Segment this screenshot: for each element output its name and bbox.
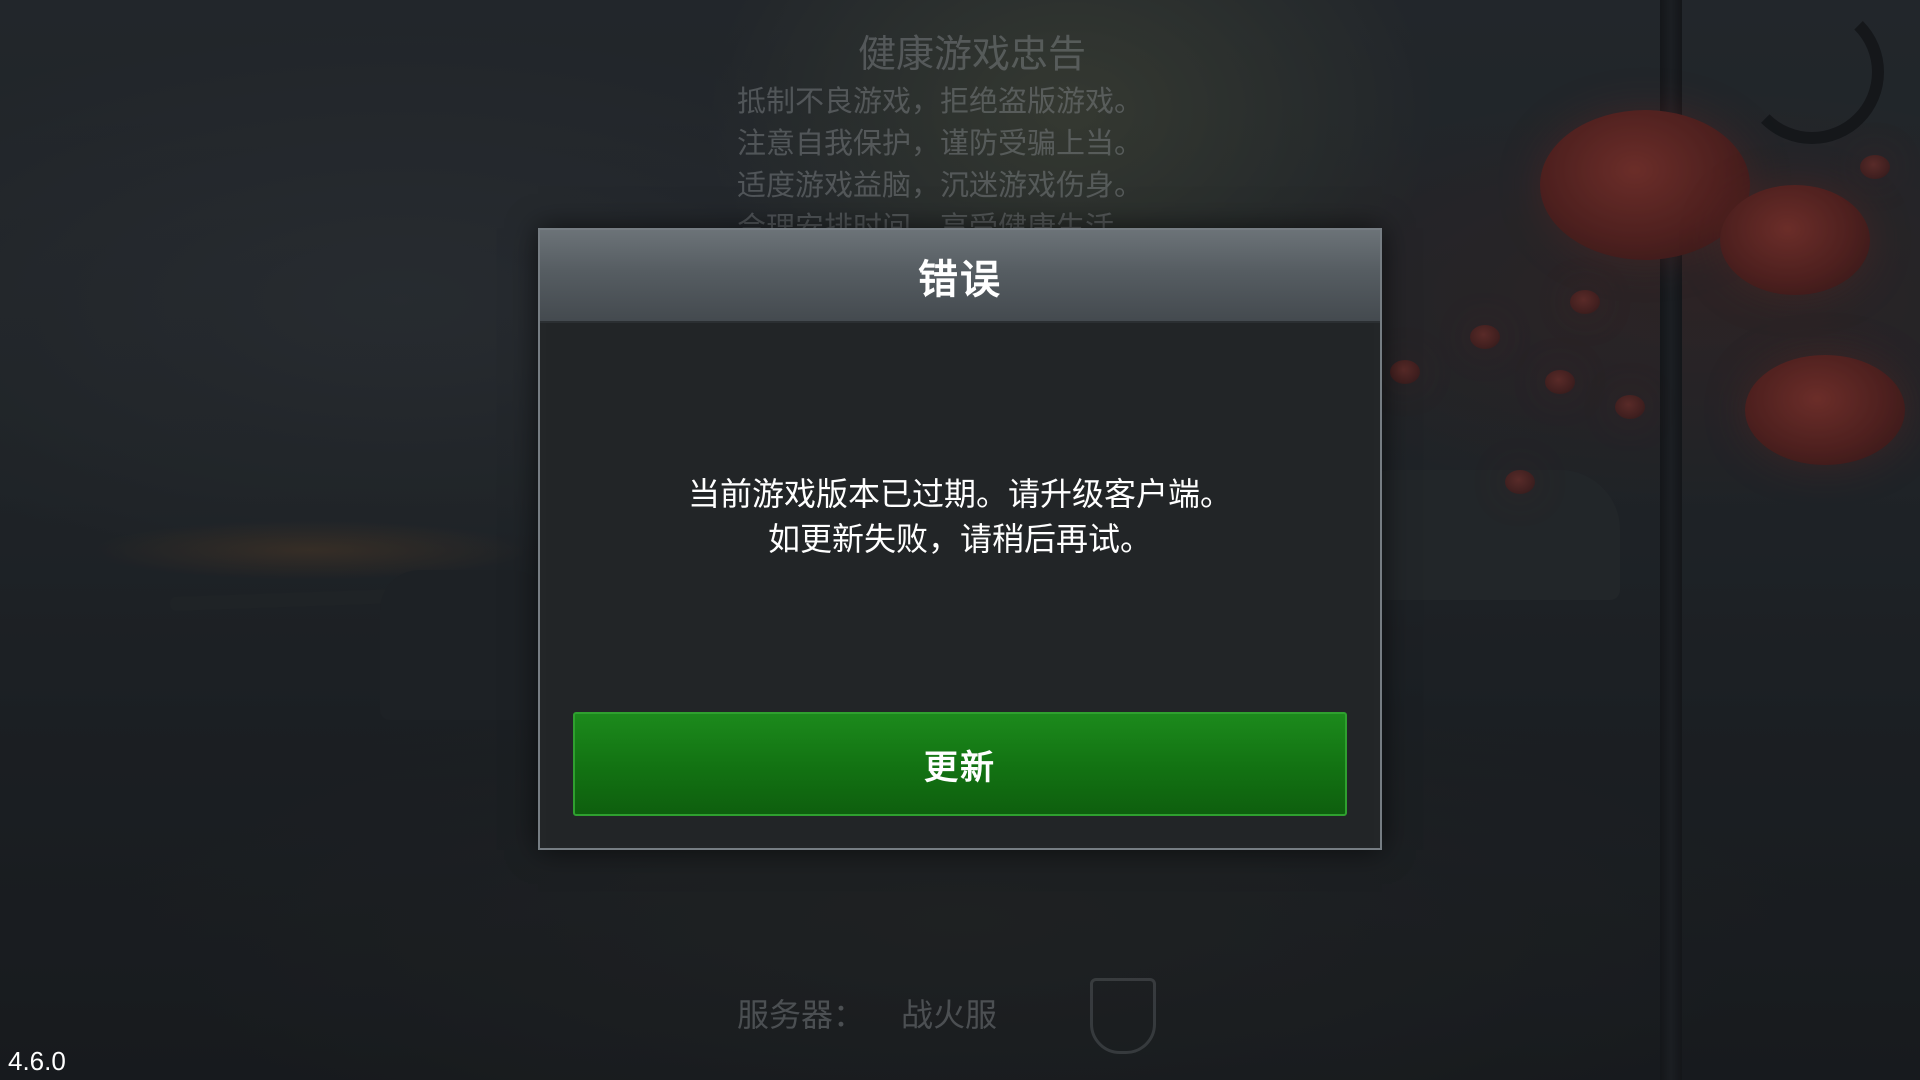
health-notice-line: 抵制不良游戏，拒绝盗版游戏。 — [737, 84, 1144, 118]
server-selector: 服务器： 战火服 — [737, 990, 997, 1036]
dialog-message-line: 当前游戏版本已过期。请升级客户端。 — [687, 475, 1232, 513]
version-number: 4.6.0 — [8, 1046, 66, 1076]
update-button-label: 更新 — [924, 747, 996, 788]
health-notice-title: 健康游戏忠告 — [857, 32, 1086, 76]
health-notice-line: 适度游戏益脑，沉迷游戏伤身。 — [737, 168, 1144, 202]
dialog-message: 当前游戏版本已过期。请升级客户端。 如更新失败，请稍后再试。 — [540, 472, 1380, 562]
error-dialog: 错误 当前游戏版本已过期。请升级客户端。 如更新失败，请稍后再试。 更新 — [538, 228, 1382, 850]
dialog-title: 错误 — [918, 256, 1002, 303]
update-button[interactable]: 更新 — [573, 712, 1347, 816]
health-notice-line: 注意自我保护，谨防受骗上当。 — [737, 126, 1144, 160]
server-badge-icon — [1090, 978, 1156, 1054]
server-name: 战火服 — [901, 996, 998, 1034]
dialog-message-line: 如更新失败，请稍后再试。 — [767, 520, 1152, 558]
server-label: 服务器： — [737, 996, 866, 1034]
game-background: 健康游戏忠告 抵制不良游戏，拒绝盗版游戏。 注意自我保护，谨防受骗上当。 适度游… — [0, 0, 1920, 1080]
health-game-notice: 健康游戏忠告 抵制不良游戏，拒绝盗版游戏。 注意自我保护，谨防受骗上当。 适度游… — [737, 28, 1187, 248]
dialog-header: 错误 — [540, 230, 1380, 323]
